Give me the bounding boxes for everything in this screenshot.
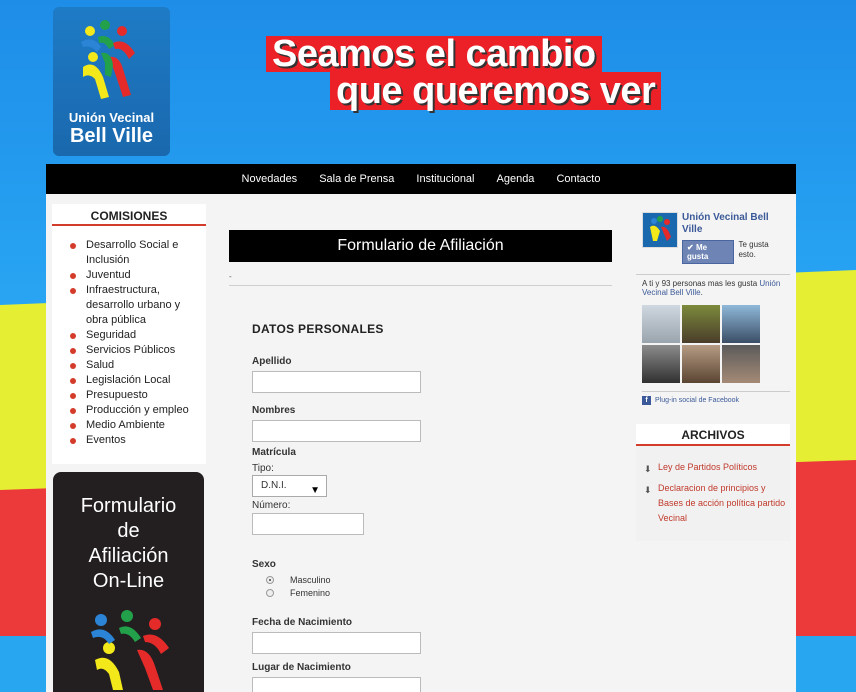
nav-contacto[interactable]: Contacto xyxy=(556,173,600,185)
nombres-label: Nombres xyxy=(252,405,296,416)
people-logo-icon xyxy=(643,213,677,247)
sexo-option-masculino[interactable]: Masculino xyxy=(252,573,552,586)
apellido-label: Apellido xyxy=(252,356,292,367)
people-logo-icon xyxy=(81,20,135,99)
comision-item[interactable]: Salud xyxy=(66,358,202,373)
radio-label: Masculino xyxy=(290,574,331,585)
archivos-title: ARCHIVOS xyxy=(636,424,790,446)
comisiones-title: COMISIONES xyxy=(52,204,206,226)
people-logo-icon xyxy=(91,610,169,690)
affiliation-form-panel: Formulario de Afiliación - DATOS PERSONA… xyxy=(229,230,612,692)
comision-item[interactable]: Presupuesto xyxy=(66,388,202,403)
fecha-nacimiento-label: Fecha de Nacimiento xyxy=(252,617,353,628)
comision-item[interactable]: Infraestructura, desarrollo urbano y obr… xyxy=(66,283,202,328)
fb-info: Unión Vecinal Bell Ville ✔ Me gusta Te g… xyxy=(682,212,787,264)
affiliation-form: DATOS PERSONALES Apellido Nombres Matríc… xyxy=(252,322,552,692)
download-icon: ⬇ xyxy=(644,464,652,474)
site-logo[interactable]: Unión Vecinal Bell Ville xyxy=(53,7,170,156)
lugar-nacimiento-field[interactable] xyxy=(252,677,421,692)
check-icon: ✔ xyxy=(687,243,694,252)
nav-sala-de-prensa[interactable]: Sala de Prensa xyxy=(319,173,394,185)
fb-like-status: Te gusta esto. xyxy=(738,240,769,259)
fb-plugin-footer: f Plug-in social de Facebook xyxy=(642,391,790,405)
fan-thumbnail[interactable] xyxy=(642,305,680,343)
archivo-link[interactable]: Declaracion de principios y Bases de acc… xyxy=(658,483,785,523)
main-nav: Novedades Sala de Prensa Institucional A… xyxy=(46,164,796,194)
fan-thumbnail[interactable] xyxy=(642,345,680,383)
promo-line-4: On-Line xyxy=(92,570,165,592)
slogan-line-1: Seamos el cambio xyxy=(266,35,602,73)
afiliacion-promo-banner[interactable]: Formulario de Afiliación On-Line xyxy=(53,472,204,692)
nav-agenda[interactable]: Agenda xyxy=(497,173,535,185)
fb-fan-thumbnails xyxy=(636,297,790,383)
fan-thumbnail[interactable] xyxy=(722,305,760,343)
matricula-label: Matrícula xyxy=(252,447,296,458)
tipo-label: Tipo: xyxy=(252,463,274,474)
fb-like-row: ✔ Me gusta Te gusta esto. xyxy=(682,240,787,264)
fb-page-avatar[interactable] xyxy=(642,212,678,248)
radio-button[interactable] xyxy=(266,588,274,597)
fb-like-button[interactable]: ✔ Me gusta xyxy=(682,240,735,264)
fb-stats: A ti y 93 personas mas les gusta Unión V… xyxy=(636,274,790,297)
fb-stats-suffix: . xyxy=(700,288,703,297)
comision-item[interactable]: Seguridad xyxy=(66,328,202,343)
comisiones-list: Desarrollo Social e Inclusión Juventud I… xyxy=(52,226,206,448)
section-title: DATOS PERSONALES xyxy=(252,322,384,336)
comision-item[interactable]: Medio Ambiente xyxy=(66,418,202,433)
nombres-field[interactable] xyxy=(252,420,421,442)
archivos-list: ⬇ Ley de Partidos Políticos ⬇ Declaracio… xyxy=(636,446,790,526)
nav-institucional[interactable]: Institucional xyxy=(416,173,474,185)
apellido-field[interactable] xyxy=(252,371,421,393)
fb-plugin-text[interactable]: Plug-in social de Facebook xyxy=(655,397,739,404)
comision-item[interactable]: Eventos xyxy=(66,433,202,448)
facebook-icon: f xyxy=(642,396,651,405)
download-icon: ⬇ xyxy=(644,485,652,495)
fecha-nacimiento-field[interactable] xyxy=(252,632,421,654)
sexo-option-femenino[interactable]: Femenino xyxy=(252,586,552,599)
promo-text: Formulario de Afiliación On-Line xyxy=(53,472,204,594)
dropdown-arrow-icon: ▼ xyxy=(310,485,320,496)
tipo-select[interactable]: D.N.I. ▼ xyxy=(252,475,327,497)
archivo-item[interactable]: ⬇ Ley de Partidos Políticos xyxy=(636,460,790,475)
numero-field[interactable] xyxy=(252,513,364,535)
slogan-line-2: que queremos ver xyxy=(330,72,662,110)
nav-novedades[interactable]: Novedades xyxy=(242,173,298,185)
comision-item[interactable]: Desarrollo Social e Inclusión xyxy=(66,238,202,268)
comision-item[interactable]: Juventud xyxy=(66,268,202,283)
fan-thumbnail[interactable] xyxy=(722,345,760,383)
logo-line-2: Bell Ville xyxy=(69,125,153,147)
promo-line-1: Formulario xyxy=(80,495,177,517)
form-title: Formulario de Afiliación xyxy=(229,230,612,262)
fb-header: Unión Vecinal Bell Ville ✔ Me gusta Te g… xyxy=(636,204,790,264)
fb-page-name[interactable]: Unión Vecinal Bell Ville xyxy=(682,212,787,236)
facebook-like-box: Unión Vecinal Bell Ville ✔ Me gusta Te g… xyxy=(636,204,790,405)
archivos-box: ARCHIVOS ⬇ Ley de Partidos Políticos ⬇ D… xyxy=(636,424,790,541)
numero-label: Número: xyxy=(252,500,291,511)
tipo-select-value: D.N.I. xyxy=(261,480,287,491)
promo-line-2: de xyxy=(117,520,140,542)
comisiones-box: COMISIONES Desarrollo Social e Inclusión… xyxy=(52,204,206,464)
archivo-item[interactable]: ⬇ Declaracion de principios y Bases de a… xyxy=(636,481,790,526)
fb-stats-prefix: A ti y 93 personas mas les gusta xyxy=(642,279,758,288)
comision-item[interactable]: Servicios Públicos xyxy=(66,343,202,358)
radio-label: Femenino xyxy=(290,587,331,598)
right-sidebar: Unión Vecinal Bell Ville ✔ Me gusta Te g… xyxy=(636,204,790,541)
comision-item[interactable]: Legislación Local xyxy=(66,373,202,388)
sexo-label: Sexo xyxy=(252,559,276,570)
promo-line-3: Afiliación xyxy=(88,545,169,567)
comision-item[interactable]: Producción y empleo xyxy=(66,403,202,418)
radio-button[interactable] xyxy=(266,575,274,584)
archivo-link[interactable]: Ley de Partidos Políticos xyxy=(658,462,757,472)
form-divider: - xyxy=(229,272,612,286)
lugar-nacimiento-label: Lugar de Nacimiento xyxy=(252,662,351,673)
fan-thumbnail[interactable] xyxy=(682,305,720,343)
fan-thumbnail[interactable] xyxy=(682,345,720,383)
logo-line-1: Unión Vecinal xyxy=(68,110,155,125)
